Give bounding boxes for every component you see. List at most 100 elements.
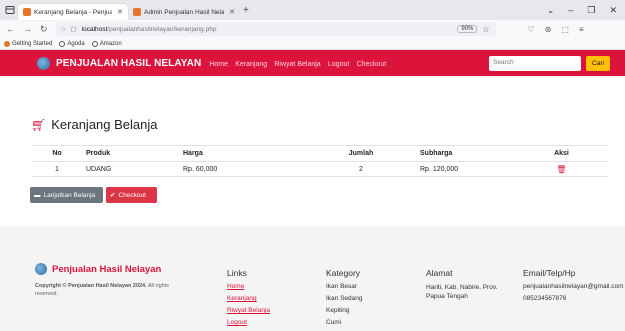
col-no: No (32, 145, 82, 162)
contact-phone: 085234567876 (523, 295, 567, 302)
checkout-label: Checkout (118, 191, 146, 199)
footer-link-home[interactable]: Home (227, 283, 270, 290)
shield-icon[interactable]: ○ (62, 26, 66, 33)
tab-list-icon[interactable]: ⌄ (547, 5, 555, 16)
cell-produk: UDANG (82, 161, 179, 177)
site-logo-icon (37, 56, 50, 70)
footer-brand-text: Penjualan Hasil Nelayan (52, 263, 162, 275)
col-subharga: Subharga (416, 145, 516, 162)
copyright: Copyright © Penjualan Hasil Nelayan 2024… (35, 282, 175, 298)
links-title: Links (227, 268, 247, 278)
firefox-view-icon[interactable] (5, 5, 15, 15)
forward-icon[interactable]: → (23, 24, 32, 34)
maximize-icon[interactable]: ❐ (587, 5, 595, 16)
footer-logo-icon (35, 263, 47, 275)
col-jumlah: Jumlah (306, 145, 416, 162)
close-tab-icon[interactable]: ✕ (229, 8, 235, 16)
favicon-icon (133, 8, 141, 16)
extensions-icon[interactable]: ⬚ (561, 25, 569, 34)
col-aksi: Aksi (516, 145, 607, 162)
site-menu: Home Keranjang Riwyat Belanja Logout Che… (209, 59, 391, 68)
category-item: Kepiting (326, 307, 350, 314)
nav-keranjang[interactable]: Keranjang (235, 61, 267, 68)
bookmark-star-icon[interactable]: ☆ (482, 25, 489, 34)
continue-shopping-button[interactable]: ▬ Lanjutkan Belanja (30, 187, 103, 203)
footer-link-keranjang[interactable]: Keranjang (227, 295, 270, 302)
footer: Penjualan Hasil Nelayan Copyright © Penj… (0, 227, 625, 331)
cart-icon: 🛒︎ (31, 117, 47, 132)
page-title: 🛒︎ Keranjang Belanja (31, 117, 157, 132)
url-path: /penjualanhasilnelayan/keranjang.php (107, 25, 217, 33)
tab-title: Admin Penjualan Hasil Nelayan (144, 8, 225, 16)
pocket-icon[interactable]: ♡ (528, 25, 535, 34)
footer-link-logout[interactable]: Logout (227, 319, 270, 326)
search-button[interactable]: Cari (586, 56, 610, 71)
col-harga: Harga (179, 145, 306, 162)
category-title: Kategory (326, 268, 361, 278)
tab-keranjang[interactable]: Keranjang Belanja - Penjualan H ✕ (18, 4, 128, 20)
minimize-icon[interactable]: – (568, 5, 573, 15)
cell-harga: Rp. 60,000 (179, 161, 306, 177)
bookmark-agoda[interactable]: Agoda (59, 40, 85, 47)
continue-label: Lanjutkan Belanja (43, 191, 96, 199)
cell-subharga: Rp. 120,000 (416, 161, 516, 177)
page-info-icon[interactable]: ▢ (70, 25, 76, 33)
trash-icon[interactable]: 🗑︎ (556, 165, 566, 174)
address-text: Hariti, Kab. Nabire, Prov. Papua Tengah (426, 284, 498, 300)
cart-table: No Produk Harga Jumlah Subharga Aksi 1 U… (32, 145, 607, 177)
new-tab-icon[interactable]: + (243, 5, 249, 16)
footer-contact: Email/Telp/Hp penjualanhasilnelayan@gmai… (523, 268, 625, 307)
copyright-bold: Copyright © Penjualan Hasil Nelayan 2024… (35, 283, 147, 289)
toolbar-icons: ♡ ⊛ ⬚ ≡ (528, 25, 584, 34)
footer-address: Alamat Hariti, Kab. Nabire, Prov. Papua … (426, 268, 514, 306)
footer-link-riwayat[interactable]: Riwyat Belanja (227, 307, 270, 314)
table-header-row: No Produk Harga Jumlah Subharga Aksi (32, 145, 607, 162)
site-navbar: PENJUALAN HASIL NELAYAN Home Keranjang R… (0, 50, 625, 76)
footer-links: Links Home Keranjang Riwyat Belanja Logo… (227, 268, 270, 331)
cell-no: 1 (32, 161, 82, 177)
globe-icon (59, 40, 66, 47)
zoom-badge[interactable]: 90% (457, 25, 478, 33)
menu-icon[interactable]: ≡ (579, 25, 584, 34)
tab-admin[interactable]: Admin Penjualan Hasil Nelayan ✕ (128, 4, 240, 20)
back-icon[interactable]: ← (6, 24, 15, 34)
tab-title: Keranjang Belanja - Penjualan H (34, 8, 113, 16)
bookmark-amazon[interactable]: Amazon (91, 40, 122, 47)
cart-small-icon: ▬ (34, 191, 41, 199)
favicon-icon (23, 8, 31, 16)
url-host: localhost (81, 25, 108, 33)
category-item: Ikan Sedang (326, 295, 363, 302)
browser-nav-bar: ← → ↻ ○ ▢ localhost/penjualanhasilnelaya… (0, 20, 625, 38)
firefox-icon (4, 40, 10, 47)
site-brand[interactable]: PENJUALAN HASIL NELAYAN (56, 58, 201, 69)
address-title: Alamat (426, 268, 453, 278)
url-bar[interactable]: ○ ▢ localhost/penjualanhasilnelayan/kera… (55, 22, 496, 36)
browser-tab-bar: Keranjang Belanja - Penjualan H ✕ Admin … (0, 0, 625, 20)
contact-title: Email/Telp/Hp (523, 268, 576, 278)
cell-jumlah: 2 (306, 161, 416, 177)
nav-riwayat[interactable]: Riwyat Belanja (274, 61, 320, 68)
col-produk: Produk (82, 145, 179, 162)
nav-home[interactable]: Home (209, 61, 228, 68)
window-controls: ⌄ – ❐ ✕ (547, 0, 625, 20)
search-input[interactable]: Search (489, 56, 581, 71)
checkout-button[interactable]: ✔ Checkout (106, 187, 157, 203)
globe-icon (91, 40, 98, 47)
check-icon: ✔ (110, 192, 116, 199)
nav-logout[interactable]: Logout (328, 61, 349, 68)
footer-categories: Kategory Ikan Besar Ikan Sedang Kepiting… (326, 268, 363, 331)
category-item: Ikan Besar (326, 283, 358, 290)
close-window-icon[interactable]: ✕ (609, 5, 617, 16)
category-item: Cumi (326, 319, 342, 326)
account-icon[interactable]: ⊛ (545, 25, 552, 34)
footer-brand: Penjualan Hasil Nelayan (35, 263, 161, 275)
close-tab-icon[interactable]: ✕ (117, 8, 123, 16)
bookmarks-bar: Getting Started Agoda Amazon (0, 38, 625, 50)
nav-checkout[interactable]: Checkout (357, 61, 387, 68)
cell-aksi: 🗑︎ (516, 161, 607, 177)
bookmark-getting-started[interactable]: Getting Started (4, 40, 52, 47)
table-row: 1 UDANG Rp. 60,000 2 Rp. 120,000 🗑︎ (32, 161, 607, 177)
page-title-text: Keranjang Belanja (51, 117, 158, 132)
contact-email: penjualanhasilnelayan@gmail.com (523, 283, 624, 290)
reload-icon[interactable]: ↻ (40, 24, 48, 35)
